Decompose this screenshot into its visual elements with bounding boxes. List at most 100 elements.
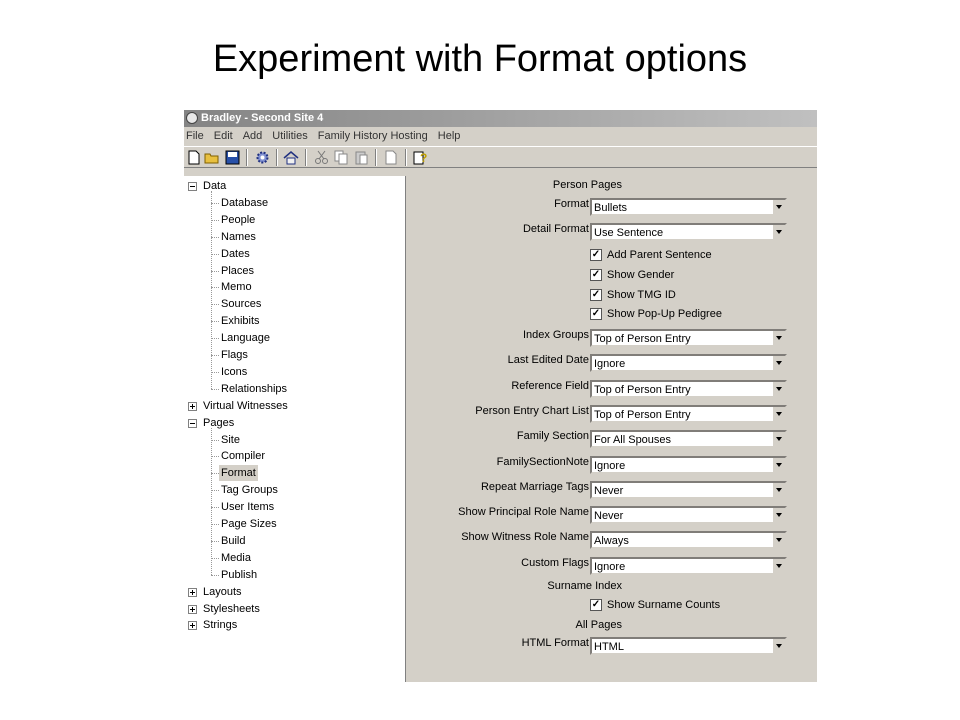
tree-item-label: Flags bbox=[221, 349, 248, 361]
chevron-down-icon[interactable] bbox=[772, 356, 785, 371]
checkbox-label: Add Parent Sentence bbox=[607, 249, 712, 261]
collapse-icon[interactable] bbox=[188, 418, 197, 428]
chevron-down-icon[interactable] bbox=[772, 225, 785, 239]
home-icon[interactable] bbox=[283, 150, 299, 165]
reference-field-value: Top of Person Entry bbox=[594, 383, 691, 396]
help-icon[interactable]: ? bbox=[413, 150, 429, 165]
navigation-tree: Data Database People Names Dates Places Memo So… bbox=[184, 176, 406, 682]
menu-help[interactable]: Help bbox=[433, 127, 466, 146]
paste-icon[interactable] bbox=[353, 150, 369, 165]
chevron-down-icon[interactable] bbox=[772, 457, 785, 472]
tree-item-label: Site bbox=[221, 433, 240, 446]
window-title: Bradley - Second Site 4 bbox=[201, 112, 324, 124]
chevron-down-icon[interactable] bbox=[772, 432, 785, 447]
last-edited-date-value: Ignore bbox=[594, 358, 626, 371]
show-witness-role-name-select[interactable]: Always bbox=[590, 531, 787, 550]
surname-index-heading: Surname Index bbox=[547, 580, 622, 592]
checkmark-icon[interactable]: ✓ bbox=[590, 308, 602, 320]
tree-connector bbox=[211, 439, 219, 441]
collapse-icon[interactable] bbox=[188, 182, 197, 191]
checkmark-icon[interactable]: ✓ bbox=[590, 249, 602, 261]
chevron-down-icon[interactable] bbox=[772, 533, 785, 548]
chevron-down-icon[interactable] bbox=[772, 558, 785, 573]
window-titlebar[interactable]: Bradley - Second Site 4 bbox=[184, 110, 817, 127]
blank-page-icon[interactable] bbox=[383, 150, 399, 165]
chevron-down-icon[interactable] bbox=[772, 508, 785, 523]
checkmark-icon[interactable]: ✓ bbox=[590, 269, 602, 281]
menu-family-history-hosting[interactable]: Family History Hosting bbox=[313, 127, 433, 146]
svg-text:?: ? bbox=[420, 151, 427, 165]
tree-item-label: Dates bbox=[221, 247, 250, 260]
tree-connector bbox=[211, 304, 219, 306]
tree-item-label: Page Sizes bbox=[221, 518, 277, 530]
tree-connector bbox=[211, 456, 219, 458]
familysectionnote-label: FamilySectionNote bbox=[496, 455, 589, 468]
save-icon[interactable] bbox=[224, 150, 240, 165]
checkmark-icon[interactable]: ✓ bbox=[590, 289, 602, 301]
tree-item-label: Relationships bbox=[221, 382, 288, 395]
tree-connector bbox=[211, 574, 219, 576]
tree-item-label: Exhibits bbox=[221, 315, 260, 328]
show-witness-role-name-label: Show Witness Role Name bbox=[461, 531, 589, 544]
tree-connector bbox=[211, 540, 219, 542]
checkbox-label: Show TMG ID bbox=[607, 289, 676, 301]
detail-format-select[interactable]: Use Sentence bbox=[590, 223, 787, 241]
last-edited-date-label: Last Edited Date bbox=[507, 354, 589, 367]
expand-icon[interactable] bbox=[188, 604, 197, 614]
repeat-marriage-tags-select[interactable]: Never bbox=[590, 480, 787, 499]
chevron-down-icon[interactable] bbox=[772, 482, 785, 497]
chevron-down-icon[interactable] bbox=[772, 639, 785, 653]
person-entry-chart-list-label: Person Entry Chart List bbox=[475, 404, 589, 417]
menu-add[interactable]: Add bbox=[238, 127, 268, 146]
custom-flags-label: Custom Flags bbox=[521, 556, 589, 569]
tree-item-label: Names bbox=[221, 230, 256, 243]
reference-field-label: Reference Field bbox=[511, 379, 589, 392]
copy-icon[interactable] bbox=[333, 150, 349, 165]
toolbar-separator bbox=[375, 149, 377, 166]
index-groups-label: Index Groups bbox=[522, 329, 589, 341]
format-select[interactable]: Bullets bbox=[590, 198, 787, 216]
checkmark-icon[interactable]: ✓ bbox=[590, 599, 602, 611]
expand-icon[interactable] bbox=[188, 401, 197, 411]
repeat-marriage-tags-value: Never bbox=[594, 484, 624, 497]
index-groups-value: Top of Person Entry bbox=[594, 333, 691, 345]
chevron-down-icon[interactable] bbox=[772, 200, 785, 214]
checkbox-label: Show Surname Counts bbox=[607, 599, 721, 611]
show-principal-role-name-select[interactable]: Never bbox=[590, 506, 787, 525]
menu-edit[interactable]: Edit bbox=[209, 127, 238, 146]
tree-item-label: People bbox=[221, 213, 256, 226]
familysectionnote-select[interactable]: Ignore bbox=[590, 455, 787, 474]
last-edited-date-select[interactable]: Ignore bbox=[590, 354, 787, 373]
all-pages-heading: All Pages bbox=[575, 619, 622, 631]
tree-connector bbox=[211, 236, 219, 238]
settings-gear-icon[interactable] bbox=[254, 150, 270, 165]
chevron-down-icon[interactable] bbox=[772, 406, 785, 421]
show-principal-role-name-value: Never bbox=[594, 510, 624, 523]
new-file-icon[interactable] bbox=[186, 150, 202, 165]
expand-icon[interactable] bbox=[188, 587, 197, 597]
index-groups-select[interactable]: Top of Person Entry bbox=[590, 329, 787, 347]
tree-item-label: Build bbox=[221, 534, 246, 547]
tree-item-label: User Items bbox=[221, 501, 275, 514]
menu-file[interactable]: File bbox=[184, 127, 209, 146]
tree-connector bbox=[211, 557, 219, 559]
tree-item-label: Data bbox=[203, 180, 227, 192]
family-section-select[interactable]: For All Spouses bbox=[590, 430, 787, 449]
tree-connector bbox=[211, 490, 219, 492]
tree-connector bbox=[211, 388, 219, 390]
cut-icon[interactable] bbox=[313, 150, 329, 165]
chevron-down-icon[interactable] bbox=[772, 381, 785, 396]
chevron-down-icon[interactable] bbox=[772, 331, 785, 345]
tree-item-label: Publish bbox=[221, 568, 258, 581]
expand-icon[interactable] bbox=[188, 621, 197, 631]
tree-item-label: Memo bbox=[221, 281, 252, 294]
open-folder-icon[interactable] bbox=[204, 150, 220, 165]
tree-connector bbox=[211, 371, 219, 373]
tree-connector bbox=[211, 507, 219, 509]
reference-field-select[interactable]: Top of Person Entry bbox=[590, 379, 787, 398]
html-format-select[interactable]: HTML bbox=[590, 637, 787, 655]
custom-flags-select[interactable]: Ignore bbox=[590, 556, 787, 575]
menu-utilities[interactable]: Utilities bbox=[267, 127, 312, 146]
person-entry-chart-list-select[interactable]: Top of Person Entry bbox=[590, 404, 787, 423]
familysectionnote-value: Ignore bbox=[594, 459, 626, 472]
